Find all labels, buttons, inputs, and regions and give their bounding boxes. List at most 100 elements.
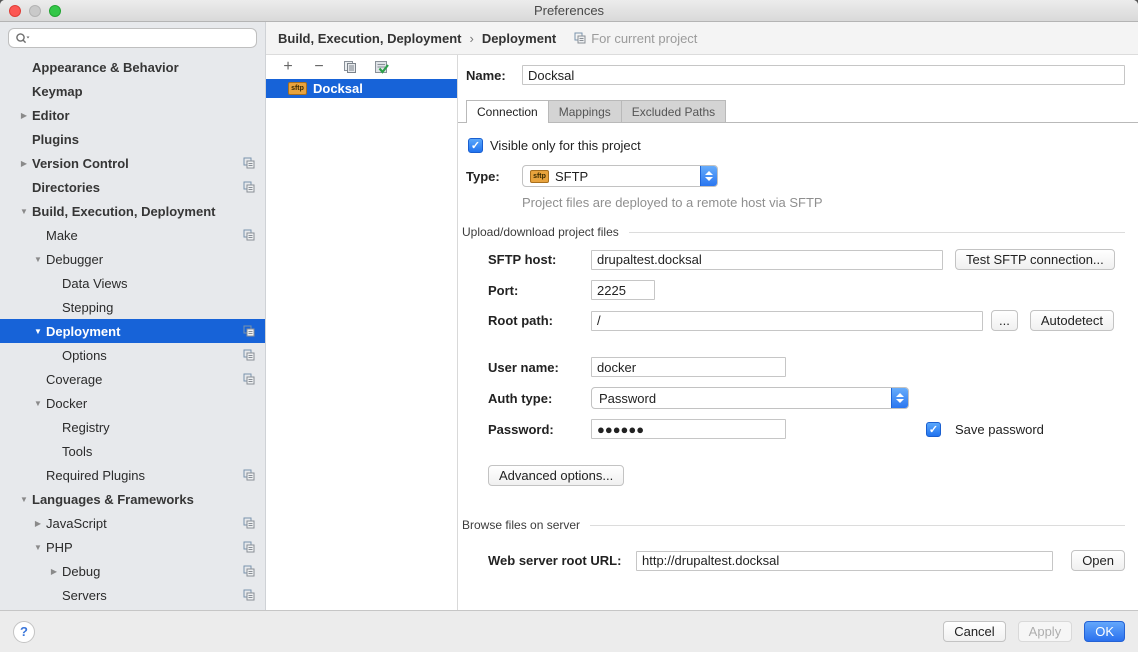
port-input[interactable]	[591, 280, 655, 300]
user-name-input[interactable]	[591, 357, 786, 377]
sidebar-item-label: Stepping	[62, 300, 113, 315]
sidebar-item-deployment[interactable]: ▼ Deployment	[0, 319, 265, 343]
password-input[interactable]	[591, 419, 786, 439]
upload-section-title: Upload/download project files	[462, 225, 619, 239]
sidebar-item-registry[interactable]: Registry	[0, 415, 265, 439]
web-root-input[interactable]	[636, 551, 1053, 571]
sidebar-item-label: PHP	[46, 540, 73, 555]
sidebar-item-tools[interactable]: Tools	[0, 439, 265, 463]
project-scope-icon	[243, 565, 255, 577]
sftp-type-icon: sftp	[530, 170, 549, 183]
tree-toggle-icon[interactable]: ▶	[30, 519, 46, 528]
sidebar-item-required-plugins[interactable]: Required Plugins	[0, 463, 265, 487]
deployment-tabs: Connection Mappings Excluded Paths	[458, 100, 1138, 123]
sidebar-item-docker[interactable]: ▼ Docker	[0, 391, 265, 415]
sidebar-item-label: Version Control	[32, 156, 129, 171]
root-path-input[interactable]	[591, 311, 983, 331]
sidebar-item-servers[interactable]: Servers	[0, 583, 265, 607]
search-icon	[15, 32, 30, 45]
name-input[interactable]	[522, 65, 1125, 85]
type-select[interactable]: sftp SFTP	[522, 165, 718, 187]
test-sftp-connection-button[interactable]: Test SFTP connection...	[955, 249, 1115, 270]
tree-toggle-icon[interactable]: ▼	[30, 255, 46, 264]
tab-excluded-paths[interactable]: Excluded Paths	[621, 100, 726, 122]
sidebar-item-keymap[interactable]: Keymap	[0, 79, 265, 103]
sidebar-item-directories[interactable]: Directories	[0, 175, 265, 199]
ok-button[interactable]: OK	[1084, 621, 1125, 642]
use-as-default-button[interactable]	[373, 59, 389, 75]
sidebar-item-label: Debugger	[46, 252, 103, 267]
tab-mappings[interactable]: Mappings	[548, 100, 622, 122]
cancel-button[interactable]: Cancel	[943, 621, 1005, 642]
sidebar-item-make[interactable]: Make	[0, 223, 265, 247]
sftp-host-label: SFTP host:	[488, 252, 591, 267]
tree-toggle-icon[interactable]: ▼	[30, 543, 46, 552]
remove-server-button[interactable]: −	[311, 59, 327, 75]
sidebar-item-version-control[interactable]: ▶ Version Control	[0, 151, 265, 175]
sidebar-item-stepping[interactable]: Stepping	[0, 295, 265, 319]
sidebar-item-label: Docker	[46, 396, 87, 411]
tree-toggle-icon[interactable]: ▶	[16, 159, 32, 168]
tree-toggle-icon[interactable]: ▶	[46, 567, 62, 576]
sidebar-item-label: Deployment	[46, 324, 120, 339]
breadcrumb: Build, Execution, Deployment › Deploymen…	[266, 22, 1138, 55]
tree-toggle-icon[interactable]: ▼	[30, 327, 46, 336]
auth-type-select[interactable]: Password	[591, 387, 909, 409]
port-label: Port:	[488, 283, 591, 298]
add-server-button[interactable]: +	[280, 59, 296, 75]
sidebar-item-options[interactable]: Options	[0, 343, 265, 367]
dropdown-stepper-icon	[891, 388, 908, 408]
browse-root-path-button[interactable]: ...	[991, 310, 1018, 331]
autodetect-button[interactable]: Autodetect	[1030, 310, 1114, 331]
tree-toggle-icon[interactable]: ▶	[16, 111, 32, 120]
save-password-checkbox[interactable]	[926, 422, 941, 437]
sftp-server-icon: sftp	[288, 82, 307, 95]
open-url-button[interactable]: Open	[1071, 550, 1125, 571]
project-scope-icon	[243, 373, 255, 385]
server-list-item-docksal[interactable]: sftp Docksal	[266, 79, 457, 98]
sidebar-item-debugger[interactable]: ▼ Debugger	[0, 247, 265, 271]
root-path-label: Root path:	[488, 313, 591, 328]
tree-toggle-icon[interactable]: ▼	[16, 495, 32, 504]
breadcrumb-group[interactable]: Build, Execution, Deployment	[278, 31, 461, 46]
search-input[interactable]	[30, 31, 250, 45]
project-scope-icon	[243, 325, 255, 337]
sidebar-item-debug[interactable]: ▶ Debug	[0, 559, 265, 583]
sidebar-item-label: Required Plugins	[46, 468, 145, 483]
sidebar-item-label: Debug	[62, 564, 100, 579]
sidebar-item-appearance-behavior[interactable]: Appearance & Behavior	[0, 55, 265, 79]
copy-server-button[interactable]	[342, 59, 358, 75]
scope-indicator: For current project	[574, 31, 697, 46]
sidebar-item-build-execution-deployment[interactable]: ▼ Build, Execution, Deployment	[0, 199, 265, 223]
current-project-icon	[574, 32, 586, 44]
visible-only-checkbox[interactable]	[468, 138, 483, 153]
preferences-window: Preferences Appearance & Behavior	[0, 0, 1138, 652]
breadcrumb-separator: ›	[469, 31, 473, 46]
sidebar-item-plugins[interactable]: Plugins	[0, 127, 265, 151]
save-password-label: Save password	[955, 422, 1044, 437]
project-scope-icon	[243, 517, 255, 529]
sidebar-item-label: Appearance & Behavior	[32, 60, 179, 75]
sidebar-item-data-views[interactable]: Data Views	[0, 271, 265, 295]
tree-toggle-icon[interactable]: ▼	[16, 207, 32, 216]
sidebar-item-editor[interactable]: ▶ Editor	[0, 103, 265, 127]
sidebar-item-javascript[interactable]: ▶ JavaScript	[0, 511, 265, 535]
advanced-options-button[interactable]: Advanced options...	[488, 465, 624, 486]
help-button[interactable]: ?	[13, 621, 35, 643]
server-name: Docksal	[313, 81, 363, 96]
settings-search-box[interactable]	[8, 28, 257, 48]
web-root-label: Web server root URL:	[488, 553, 636, 568]
tab-connection[interactable]: Connection	[466, 100, 549, 123]
name-label: Name:	[466, 68, 522, 83]
scope-label: For current project	[591, 31, 697, 46]
server-list-toolbar: + −	[266, 55, 457, 79]
browse-section-title: Browse files on server	[462, 518, 580, 532]
sftp-host-input[interactable]	[591, 250, 943, 270]
sidebar-item-php[interactable]: ▼ PHP	[0, 535, 265, 559]
sidebar-item-coverage[interactable]: Coverage	[0, 367, 265, 391]
apply-button[interactable]: Apply	[1018, 621, 1073, 642]
password-label: Password:	[488, 422, 591, 437]
sidebar-item-languages-frameworks[interactable]: ▼ Languages & Frameworks	[0, 487, 265, 511]
tree-toggle-icon[interactable]: ▼	[30, 399, 46, 408]
sidebar-item-label: Directories	[32, 180, 100, 195]
